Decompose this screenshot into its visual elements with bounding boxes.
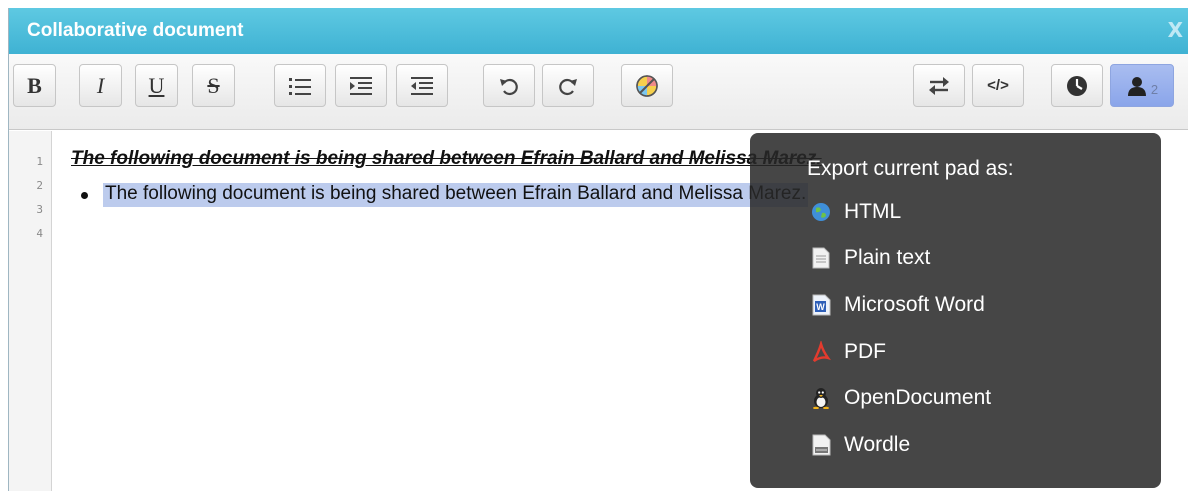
bold-button[interactable]: B [13,64,56,107]
window-title: Collaborative document [27,20,244,41]
underline-button[interactable]: U [135,64,178,107]
opendocument-icon [810,387,832,409]
embed-icon: </> [987,77,1009,94]
italic-button[interactable]: I [79,64,122,107]
export-html-label: HTML [844,200,902,223]
export-plain-text-option[interactable]: Plain text [810,243,930,273]
editor-toolbar: B I U S </> 2 [9,54,1188,130]
user-icon [1127,76,1146,96]
unordered-list-button[interactable] [274,64,326,107]
export-word-option[interactable]: W Microsoft Word [810,290,985,320]
strikethrough-button[interactable]: S [192,64,235,107]
export-wordle-option[interactable]: Wordle [810,430,910,460]
document-line-1[interactable]: The following document is being shared b… [71,148,822,170]
line-number: 4 [36,227,43,240]
import-export-button[interactable] [913,64,965,107]
user-count: 2 [1150,82,1159,97]
export-popup: Export current pad as: HTML Plain text W… [750,133,1161,488]
indent-button[interactable] [335,64,387,107]
line-number: 3 [36,203,43,216]
text-color-button[interactable] [621,64,673,107]
title-bar: Collaborative document X [9,8,1188,54]
word-icon: W [810,294,832,316]
undo-button[interactable] [483,64,535,107]
text-file-icon [810,247,832,269]
document-line-2[interactable]: The following document is being shared b… [71,183,809,207]
export-opendocument-label: OpenDocument [844,386,992,409]
selected-text[interactable]: The following document is being shared b… [103,183,809,207]
outdent-button[interactable] [396,64,448,107]
embed-button[interactable]: </> [972,64,1024,107]
export-word-label: Microsoft Word [844,293,985,316]
redo-button[interactable] [542,64,594,107]
users-button[interactable]: 2 [1110,64,1174,107]
indent-icon [350,76,372,95]
line-number: 1 [36,155,43,168]
bullet-icon [81,191,88,199]
undo-icon [500,78,518,95]
list-icon [289,77,311,95]
html-globe-icon [810,201,832,223]
outdent-icon [411,76,433,95]
export-opendocument-option[interactable]: OpenDocument [810,383,991,413]
export-pdf-option[interactable]: PDF [810,337,886,367]
italic-icon: I [96,72,105,98]
pdf-icon [810,341,832,363]
export-pdf-label: PDF [844,340,886,363]
line-number: 2 [36,179,43,192]
export-wordle-label: Wordle [844,433,911,456]
svg-text:W: W [816,302,825,312]
history-button[interactable] [1051,64,1103,107]
clock-icon [1067,75,1087,96]
export-html-option[interactable]: HTML [810,197,901,227]
redo-icon [559,78,577,95]
line-number-gutter: 1 2 3 4 [9,131,52,491]
import-export-icon [929,76,949,95]
wordle-icon [810,434,832,456]
underline-icon: U [148,72,165,98]
close-button[interactable]: X [1168,18,1183,42]
color-icon [636,74,658,97]
export-popup-title: Export current pad as: [807,157,1014,180]
bold-icon: B [27,72,42,98]
export-plain-text-label: Plain text [844,246,931,269]
strikethrough-icon: S [207,72,220,98]
